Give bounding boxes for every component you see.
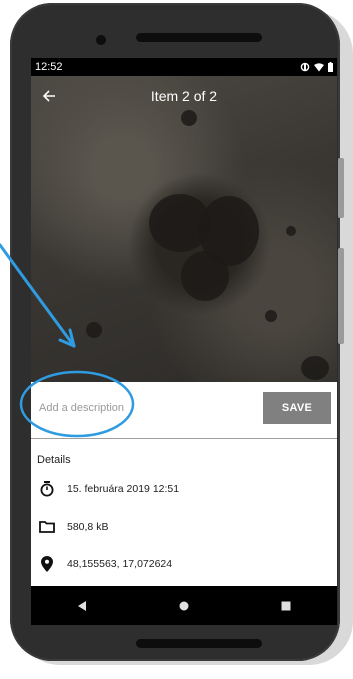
wall-stain: [181, 251, 229, 301]
status-bar: 12:52: [31, 58, 337, 76]
recents-square-icon[interactable]: [280, 600, 292, 612]
status-icons: [300, 62, 333, 72]
description-row: SAVE: [31, 382, 337, 440]
device-screen: 12:52 Item 2 of 2 Add a description SAVE…: [31, 58, 337, 625]
back-triangle-icon[interactable]: [76, 600, 88, 612]
detail-date-text: 15. februára 2019 12:51: [67, 483, 180, 495]
app-bar: Item 2 of 2: [31, 76, 337, 116]
status-time: 12:52: [35, 61, 63, 73]
detail-location: 48,155563, 17,072624: [31, 552, 337, 576]
detail-date: 15. februára 2019 12:51: [31, 477, 337, 501]
power-button: [338, 158, 344, 218]
top-speaker: [136, 33, 262, 42]
wall-hole: [301, 356, 329, 380]
timer-icon: [37, 479, 57, 499]
navigation-bar: [31, 586, 337, 625]
volume-rocker: [338, 248, 344, 344]
folder-icon: [37, 517, 57, 537]
bottom-speaker: [136, 639, 262, 648]
front-camera: [96, 35, 106, 45]
nfc-icon: [300, 62, 310, 72]
detail-location-text: 48,155563, 17,072624: [67, 558, 173, 570]
detail-size: 580,8 kB: [31, 515, 337, 539]
wall-hole: [265, 310, 277, 322]
details-heading: Details: [37, 454, 71, 466]
location-pin-icon: [37, 554, 57, 574]
divider: [31, 438, 337, 439]
wall-hole: [86, 322, 102, 338]
save-button[interactable]: SAVE: [263, 392, 331, 424]
home-circle-icon[interactable]: [178, 600, 190, 612]
detail-size-text: 580,8 kB: [67, 521, 109, 533]
battery-icon: [328, 62, 333, 72]
page-title: Item 2 of 2: [150, 88, 218, 104]
wall-hole: [286, 226, 296, 236]
photo-view[interactable]: Item 2 of 2: [31, 76, 337, 382]
wifi-icon: [314, 62, 324, 71]
description-input[interactable]: [37, 396, 251, 420]
